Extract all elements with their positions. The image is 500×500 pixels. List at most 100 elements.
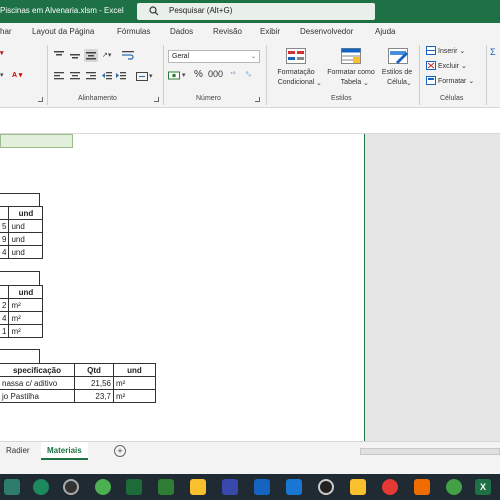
app-icon[interactable]	[254, 479, 270, 495]
tab-data[interactable]: Dados	[170, 27, 193, 36]
tab-review[interactable]: Revisão	[213, 27, 242, 36]
table-2-top-cell[interactable]	[0, 271, 40, 285]
formula-bar	[0, 108, 500, 134]
app-icon[interactable]	[286, 479, 302, 495]
qty-cell[interactable]: 4	[0, 311, 10, 325]
spec-cell[interactable]: jo Pastilha	[0, 389, 75, 403]
horizontal-scrollbar[interactable]	[360, 448, 500, 455]
decrease-decimal-button[interactable]: ⁰₀	[246, 71, 251, 78]
qty-cell[interactable]: 21,56	[74, 376, 114, 390]
header-cell[interactable]: und	[8, 285, 44, 299]
header-cell[interactable]	[0, 134, 73, 148]
tab-developer[interactable]: Desenvolvedor	[300, 27, 353, 36]
sheet-tab-radier[interactable]: Radier	[6, 446, 30, 455]
cell-styles-label[interactable]: Estilos de	[378, 69, 416, 76]
merge-center-icon[interactable]	[136, 72, 148, 81]
increase-indent-icon[interactable]	[116, 72, 126, 81]
unit-cell[interactable]: und	[8, 245, 44, 259]
table-row: 5 und	[0, 219, 44, 233]
app-icon[interactable]	[190, 479, 206, 495]
qty-cell[interactable]: 23,7	[74, 389, 114, 403]
file-explorer-icon[interactable]	[350, 479, 366, 495]
unit-cell[interactable]: und	[8, 232, 44, 246]
table-3-top-cell[interactable]	[0, 349, 40, 363]
tab-page-layout[interactable]: Layout da Página	[32, 27, 94, 36]
qty-cell[interactable]: 1	[0, 324, 10, 338]
align-bottom-button[interactable]	[84, 49, 98, 62]
app-icon[interactable]	[33, 479, 49, 495]
header-cell[interactable]	[0, 206, 10, 220]
materials-table: specificação Qtd und nassa c/ aditivo 21…	[0, 363, 156, 403]
header-cell[interactable]	[0, 285, 10, 299]
app-icon[interactable]	[414, 479, 430, 495]
align-center-icon[interactable]	[70, 72, 80, 81]
decrease-indent-icon[interactable]	[102, 72, 112, 81]
percent-style-button[interactable]: %	[194, 69, 203, 80]
app-icon[interactable]	[158, 479, 174, 495]
tab-formulas[interactable]: Fórmulas	[117, 27, 150, 36]
search-box[interactable]: Pesquisar (Alt+G)	[137, 3, 375, 20]
chevron-down-icon: ⌄	[316, 80, 322, 87]
wrap-text-icon[interactable]	[122, 51, 134, 60]
app-icon[interactable]	[318, 479, 334, 495]
header-cell[interactable]: und	[113, 363, 156, 377]
app-icon[interactable]	[4, 479, 20, 495]
chrome-icon[interactable]	[382, 479, 398, 495]
align-middle-icon[interactable]	[70, 51, 80, 60]
comma-style-button[interactable]: 000	[208, 69, 223, 79]
font-color-button[interactable]: A ▾	[12, 71, 22, 79]
add-sheet-button[interactable]: +	[114, 445, 126, 457]
unit-cell[interactable]: m²	[113, 376, 156, 390]
autosum-icon[interactable]: Σ	[490, 47, 496, 57]
qty-cell[interactable]: 5	[0, 219, 10, 233]
excel-icon[interactable]: X	[475, 479, 491, 495]
format-as-table-label-2[interactable]: Tabela	[323, 79, 379, 86]
format-as-table-label[interactable]: Formatar como	[323, 69, 379, 76]
tab-home[interactable]: har	[0, 27, 12, 36]
unit-cell[interactable]: m²	[113, 389, 156, 403]
align-right-icon[interactable]	[86, 72, 96, 81]
qty-cell[interactable]: 4	[0, 245, 10, 259]
font-color-icon[interactable]: ▾	[0, 49, 4, 57]
table-header-row: und	[0, 285, 44, 299]
spec-cell[interactable]: nassa c/ aditivo	[0, 376, 75, 390]
unit-cell[interactable]: m²	[8, 324, 44, 338]
cells-group-label: Células	[440, 95, 464, 102]
font-dropdown-arrow-icon[interactable]: ▾	[0, 71, 4, 79]
qty-cell[interactable]: 2	[0, 298, 10, 312]
align-left-icon[interactable]	[54, 72, 64, 81]
unit-cell[interactable]: m²	[8, 311, 44, 325]
unit-cell[interactable]: und	[8, 219, 44, 233]
sheet-tab-materiais[interactable]: Materiais	[41, 442, 88, 460]
app-icon[interactable]	[446, 479, 462, 495]
font-launcher-icon[interactable]	[38, 97, 43, 102]
unit-cell[interactable]: m²	[8, 298, 44, 312]
currency-format-icon[interactable]	[168, 71, 180, 80]
merge-dropdown-icon[interactable]: ▾	[149, 72, 153, 80]
increase-decimal-button[interactable]: ⁺⁰	[230, 71, 236, 78]
header-cell[interactable]: specificação	[0, 363, 75, 377]
app-icon[interactable]	[222, 479, 238, 495]
tab-view[interactable]: Exibir	[260, 27, 280, 36]
currency-dropdown-icon[interactable]: ▾	[182, 71, 186, 79]
number-launcher-icon[interactable]	[255, 97, 260, 102]
items-table-2: und 2 m² 4 m² 1 m²	[0, 285, 44, 338]
chevron-down-icon: ⌄	[250, 54, 256, 60]
table-1-top-cell[interactable]	[0, 193, 40, 206]
align-top-icon[interactable]	[54, 51, 64, 60]
qty-cell[interactable]: 9	[0, 232, 10, 246]
alignment-launcher-icon[interactable]	[154, 97, 159, 102]
delete-button[interactable]: Excluir ⌄	[438, 62, 467, 70]
orientation-icon[interactable]: ↗▾	[102, 51, 111, 59]
app-icon[interactable]	[95, 479, 111, 495]
tab-help[interactable]: Ajuda	[375, 27, 395, 36]
number-format-select[interactable]: Geral ⌄	[168, 50, 260, 63]
format-button[interactable]: Formatar ⌄	[438, 77, 474, 85]
header-cell[interactable]: und	[8, 206, 44, 220]
insert-button[interactable]: Inserir ⌄	[438, 47, 465, 55]
conditional-formatting-label[interactable]: Formatação	[271, 69, 321, 76]
conditional-formatting-label-2[interactable]: Condicional	[271, 79, 321, 86]
app-icon[interactable]	[126, 479, 142, 495]
header-cell[interactable]: Qtd	[74, 363, 114, 377]
app-icon[interactable]	[63, 479, 79, 495]
